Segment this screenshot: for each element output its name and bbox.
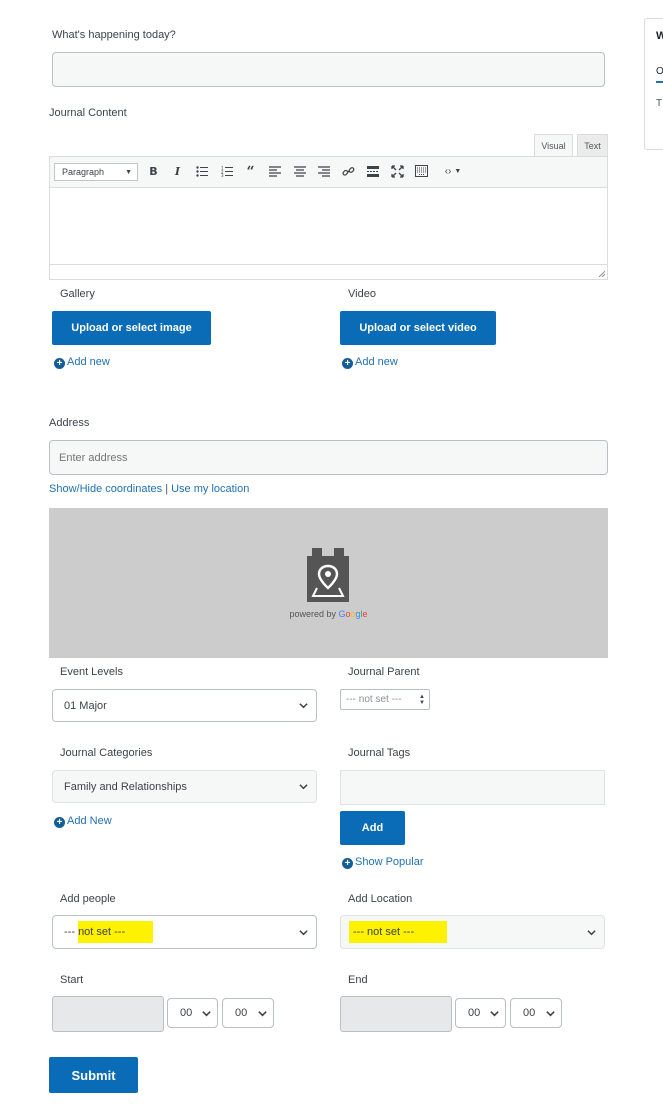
read-more-icon[interactable] — [367, 166, 379, 177]
add-location-select[interactable]: --- not set --- — [340, 915, 605, 949]
tags-input[interactable] — [340, 770, 605, 805]
editor-statusbar — [50, 264, 607, 279]
categories-value: Family and Relationships — [64, 780, 187, 793]
caret-down-icon: ▲ ▼ — [419, 693, 425, 706]
chevron-down-icon — [202, 1010, 211, 1016]
add-people-value: --- not set --- — [64, 921, 154, 943]
show-popular-label: Show Popular — [355, 856, 424, 868]
start-minute-select[interactable]: 00 — [222, 998, 274, 1028]
categories-add-new-link[interactable]: + Add New — [54, 815, 112, 828]
add-location-label: Add Location — [348, 893, 413, 905]
start-date-input[interactable] — [52, 996, 164, 1032]
start-hour-select[interactable]: 00 — [167, 998, 218, 1028]
resize-handle-icon[interactable] — [598, 270, 605, 277]
bullet-list-icon[interactable] — [196, 166, 208, 177]
start-minute-value: 00 — [235, 1007, 248, 1019]
tab-visual[interactable]: Visual — [534, 134, 573, 157]
toolbar-toggle-icon[interactable] — [415, 165, 428, 177]
plus-circle-icon: + — [54, 817, 65, 828]
link-separator: | — [165, 483, 169, 495]
map-placeholder-icon — [307, 548, 349, 602]
side-panel-title: W — [656, 30, 663, 42]
categories-label: Journal Categories — [60, 747, 153, 759]
happening-input[interactable] — [52, 52, 605, 87]
plus-circle-icon: + — [342, 358, 353, 369]
side-panel-tab[interactable]: O — [656, 66, 663, 77]
categories-add-new-label: Add New — [67, 815, 112, 827]
end-label: End — [348, 974, 368, 986]
bold-icon[interactable]: B — [146, 163, 161, 180]
end-date-input[interactable] — [340, 996, 452, 1032]
journal-parent-select[interactable]: --- not set --- ▲ ▼ — [340, 689, 430, 710]
address-links: Show/Hide coordinates | Use my location — [49, 483, 249, 495]
google-logo: Google — [338, 609, 368, 619]
svg-text:3: 3 — [221, 173, 224, 177]
journal-parent-value: --- not set --- — [346, 694, 402, 705]
chevron-down-icon — [546, 1010, 555, 1016]
chevron-down-icon — [587, 929, 596, 935]
video-add-new-link[interactable]: + Add new — [342, 356, 398, 369]
address-input[interactable] — [49, 440, 608, 475]
event-levels-value: 01 Major — [64, 699, 107, 712]
link-icon[interactable] — [342, 165, 355, 178]
align-center-icon[interactable] — [294, 166, 306, 177]
event-levels-select[interactable]: 01 Major — [52, 689, 317, 722]
chevron-down-icon — [299, 784, 308, 790]
end-hour-select[interactable]: 00 — [455, 998, 506, 1028]
chevron-down-icon — [490, 1010, 499, 1016]
video-label: Video — [348, 288, 376, 300]
fullscreen-icon[interactable] — [391, 165, 404, 178]
blockquote-icon[interactable]: “ — [243, 163, 258, 180]
caret-down-icon: ▼ — [125, 168, 132, 176]
side-panel-text: T — [656, 98, 663, 109]
map-area[interactable]: powered by Google — [49, 508, 608, 658]
address-label: Address — [49, 417, 90, 429]
chevron-down-icon — [258, 1010, 267, 1016]
categories-select[interactable]: Family and Relationships — [52, 770, 317, 803]
end-minute-value: 00 — [523, 1007, 536, 1019]
add-location-value: --- not set --- — [349, 921, 448, 943]
gallery-add-new-label: Add new — [67, 356, 110, 368]
gallery-label: Gallery — [60, 288, 95, 300]
format-select-value: Paragraph — [62, 167, 105, 177]
gallery-add-new-link[interactable]: + Add new — [54, 356, 110, 369]
plus-circle-icon: + — [54, 358, 65, 369]
code-dropdown-icon[interactable]: ‹› ▼ — [440, 163, 466, 180]
upload-video-button[interactable]: Upload or select video — [340, 311, 496, 345]
start-hour-value: 00 — [180, 1007, 193, 1019]
submit-button[interactable]: Submit — [49, 1057, 138, 1093]
show-hide-coordinates-link[interactable]: Show/Hide coordinates — [49, 483, 162, 495]
numbered-list-icon[interactable]: 123 — [221, 166, 233, 177]
editor-body[interactable] — [50, 188, 607, 264]
event-levels-label: Event Levels — [60, 666, 123, 678]
tab-text[interactable]: Text — [577, 134, 608, 157]
plus-circle-icon: + — [342, 858, 353, 869]
use-my-location-link[interactable]: Use my location — [171, 483, 249, 495]
happening-label: What's happening today? — [52, 29, 176, 41]
start-label: Start — [60, 974, 84, 986]
powered-by-google: powered by Google — [49, 609, 608, 619]
powered-by-label: powered by — [289, 609, 336, 619]
tags-label: Journal Tags — [348, 747, 411, 759]
add-people-select[interactable]: --- not set --- — [52, 915, 317, 949]
chevron-down-icon — [299, 929, 308, 935]
upload-image-button[interactable]: Upload or select image — [52, 311, 211, 345]
end-minute-select[interactable]: 00 — [510, 998, 562, 1028]
side-panel: W O T — [644, 18, 663, 150]
add-people-label: Add people — [60, 893, 116, 905]
tags-add-button[interactable]: Add — [340, 811, 405, 845]
content-label: Journal Content — [49, 107, 127, 119]
show-popular-link[interactable]: + Show Popular — [342, 856, 424, 869]
journal-parent-label: Journal Parent — [348, 666, 420, 678]
align-right-icon[interactable] — [318, 166, 330, 177]
video-add-new-label: Add new — [355, 356, 398, 368]
format-select[interactable]: Paragraph ▼ — [54, 163, 138, 181]
chevron-down-icon — [299, 703, 308, 709]
side-panel-tab-underline — [656, 81, 663, 83]
italic-icon[interactable]: I — [170, 163, 185, 180]
align-left-icon[interactable] — [269, 166, 281, 177]
end-hour-value: 00 — [468, 1007, 481, 1019]
